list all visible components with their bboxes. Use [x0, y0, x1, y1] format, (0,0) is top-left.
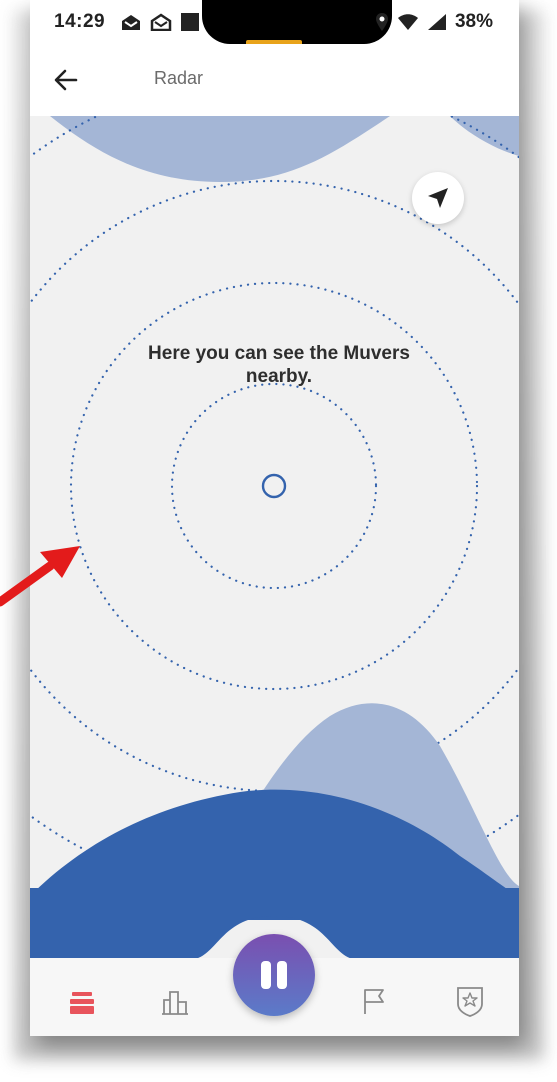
app-bar: Radar — [30, 44, 519, 116]
pause-button[interactable] — [233, 934, 315, 1016]
star-badge-icon — [457, 987, 483, 1017]
mail-icon — [122, 15, 140, 30]
notification-icons — [120, 12, 200, 32]
location-icon — [375, 13, 388, 31]
square-icon — [181, 13, 199, 31]
pause-icon-bar — [277, 961, 287, 989]
radar-message: Here you can see the Muvers nearby. — [148, 343, 410, 387]
battery-percent: 38% — [454, 11, 493, 32]
status-bar: 14:29 38% — [30, 0, 519, 46]
stack-icon — [70, 992, 94, 1014]
wifi-icon — [397, 14, 418, 30]
phone-screen: 14:29 38% Radar Here you can see the Muv… — [30, 0, 519, 1036]
camera-notch — [202, 0, 392, 44]
nav-item-rewards[interactable] — [450, 980, 490, 1020]
radar-view — [30, 116, 519, 920]
nav-item-challenges[interactable] — [355, 980, 395, 1020]
arrow-left-icon[interactable] — [52, 66, 80, 94]
signal-icon — [427, 14, 446, 30]
pause-icon — [261, 961, 271, 989]
nav-item-feed[interactable] — [62, 980, 102, 1020]
flag-icon — [364, 989, 384, 1014]
bar-chart-icon — [162, 991, 188, 1015]
system-icons: 38% — [375, 11, 493, 33]
navigation-arrow-icon — [428, 188, 448, 208]
locate-button[interactable] — [412, 172, 464, 224]
page-title: Radar — [154, 68, 204, 88]
annotation-arrow-icon — [0, 546, 80, 607]
status-time: 14:29 — [54, 11, 106, 32]
nav-item-stats[interactable] — [156, 980, 196, 1020]
mail-open-icon — [150, 13, 172, 31]
